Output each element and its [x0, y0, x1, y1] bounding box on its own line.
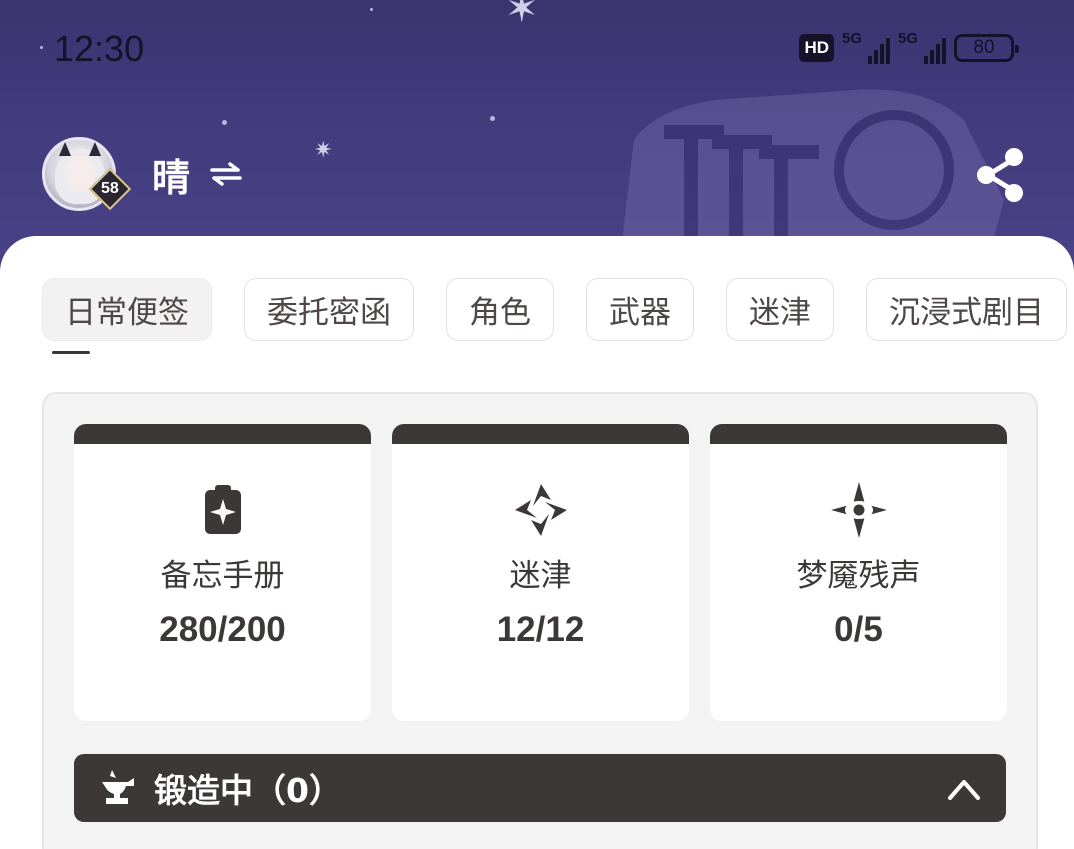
stat-card-labyrinth[interactable]: 迷津 12/12 [392, 424, 689, 721]
anvil-icon [102, 770, 134, 804]
daily-notes-panel: 备忘手册 280/200 迷津 12/12 梦魇残声 0/5 锻造中（0） [42, 392, 1038, 849]
card-label: 梦魇残声 [796, 558, 921, 594]
star-decoration-icon: ✷ [314, 138, 333, 163]
clock-time: 12:30 [54, 28, 145, 69]
chevron-up-icon[interactable] [946, 774, 982, 802]
tab-characters[interactable]: 角色 [446, 278, 554, 341]
stat-card-memo[interactable]: 备忘手册 280/200 [74, 424, 371, 721]
forge-section-header[interactable]: 锻造中（0） [74, 754, 1006, 822]
share-icon[interactable] [974, 147, 1028, 203]
username: 晴 [152, 155, 191, 200]
card-value: 0/5 [834, 610, 883, 649]
nightmare-eye-icon [830, 482, 887, 538]
card-label: 备忘手册 [160, 558, 285, 594]
card-label: 迷津 [509, 558, 572, 594]
hd-voice-icon: HD [799, 34, 834, 62]
card-value: 12/12 [496, 610, 585, 649]
card-value: 280/200 [159, 610, 286, 649]
tab-immersive-theater[interactable]: 沉浸式剧目 [866, 278, 1067, 341]
labyrinth-icon [514, 484, 567, 536]
system-status-bar: 12:30 HD 5G 5G 80 [0, 0, 1074, 100]
battery-icon: 80 [954, 34, 1019, 62]
user-profile[interactable]: 58 晴 [42, 137, 244, 211]
active-tab-indicator [52, 351, 90, 354]
stat-card-nightmare[interactable]: 梦魇残声 0/5 [710, 424, 1007, 721]
tab-labyrinth[interactable]: 迷津 [726, 278, 834, 341]
swap-icon[interactable] [208, 162, 244, 186]
signal-5g-icon: 5G [842, 30, 890, 64]
signal-5g-secondary-icon: 5G [898, 30, 946, 64]
system-icons: HD 5G 5G 80 [799, 30, 1019, 64]
stat-cards: 备忘手册 280/200 迷津 12/12 梦魇残声 0/5 [74, 424, 1007, 721]
tab-weapons[interactable]: 武器 [586, 278, 694, 341]
forge-label: 锻造中（0） [154, 771, 342, 810]
star-dot-decoration [490, 116, 495, 121]
memo-clipboard-icon [204, 485, 241, 534]
tab-daily-notes[interactable]: 日常便签 [42, 278, 212, 341]
avatar[interactable]: 58 [42, 137, 132, 211]
category-tabs: 日常便签 委托密函 角色 武器 迷津 沉浸式剧目 [42, 278, 1067, 341]
content-sheet: 日常便签 委托密函 角色 武器 迷津 沉浸式剧目 备忘手册 280/200 迷津… [0, 236, 1074, 849]
tab-commissions[interactable]: 委托密函 [244, 278, 414, 341]
star-dot-decoration [222, 120, 227, 125]
